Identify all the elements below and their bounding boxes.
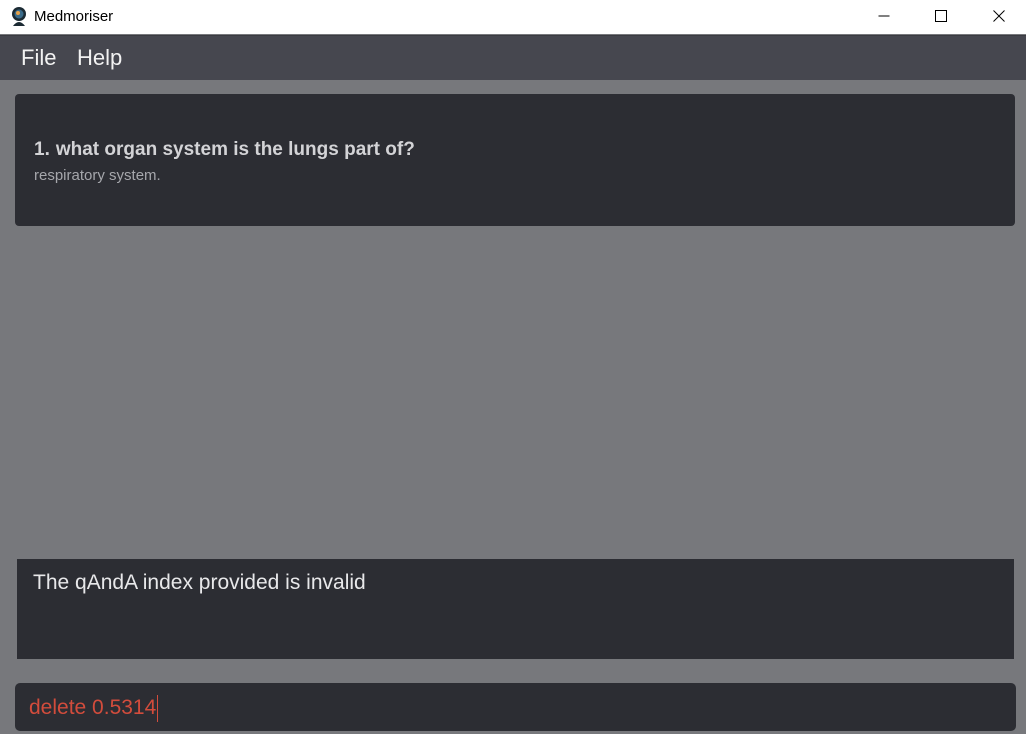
qanda-question-line: 1. what organ system is the lungs part of… xyxy=(34,138,415,162)
command-input[interactable]: delete 0.5314 xyxy=(29,694,159,722)
maximize-button[interactable] xyxy=(912,0,970,32)
menu-help[interactable]: Help xyxy=(77,45,122,71)
window-title: Medmoriser xyxy=(34,8,114,25)
menu-file[interactable]: File xyxy=(21,45,56,71)
minimize-button[interactable] xyxy=(855,0,913,32)
close-icon xyxy=(993,10,1005,22)
qanda-question: what organ system is the lungs part of? xyxy=(55,139,415,160)
command-input-text: delete 0.5314 xyxy=(29,696,157,719)
command-box[interactable]: delete 0.5314 xyxy=(15,683,1016,731)
result-message: The qAndA index provided is invalid xyxy=(33,571,366,594)
close-button[interactable] xyxy=(970,0,1026,32)
menu-bar: File Help xyxy=(0,35,1026,80)
result-display: The qAndA index provided is invalid xyxy=(17,559,1014,659)
text-caret xyxy=(157,694,159,722)
maximize-icon xyxy=(935,10,947,22)
window-titlebar: Medmoriser xyxy=(0,0,1026,34)
qanda-card[interactable]: 1. what organ system is the lungs part of… xyxy=(15,94,1015,226)
qanda-index: 1. xyxy=(34,139,50,160)
qanda-answer: respiratory system. xyxy=(34,167,161,184)
minimize-icon xyxy=(878,15,890,17)
app-logo-icon xyxy=(12,7,26,26)
